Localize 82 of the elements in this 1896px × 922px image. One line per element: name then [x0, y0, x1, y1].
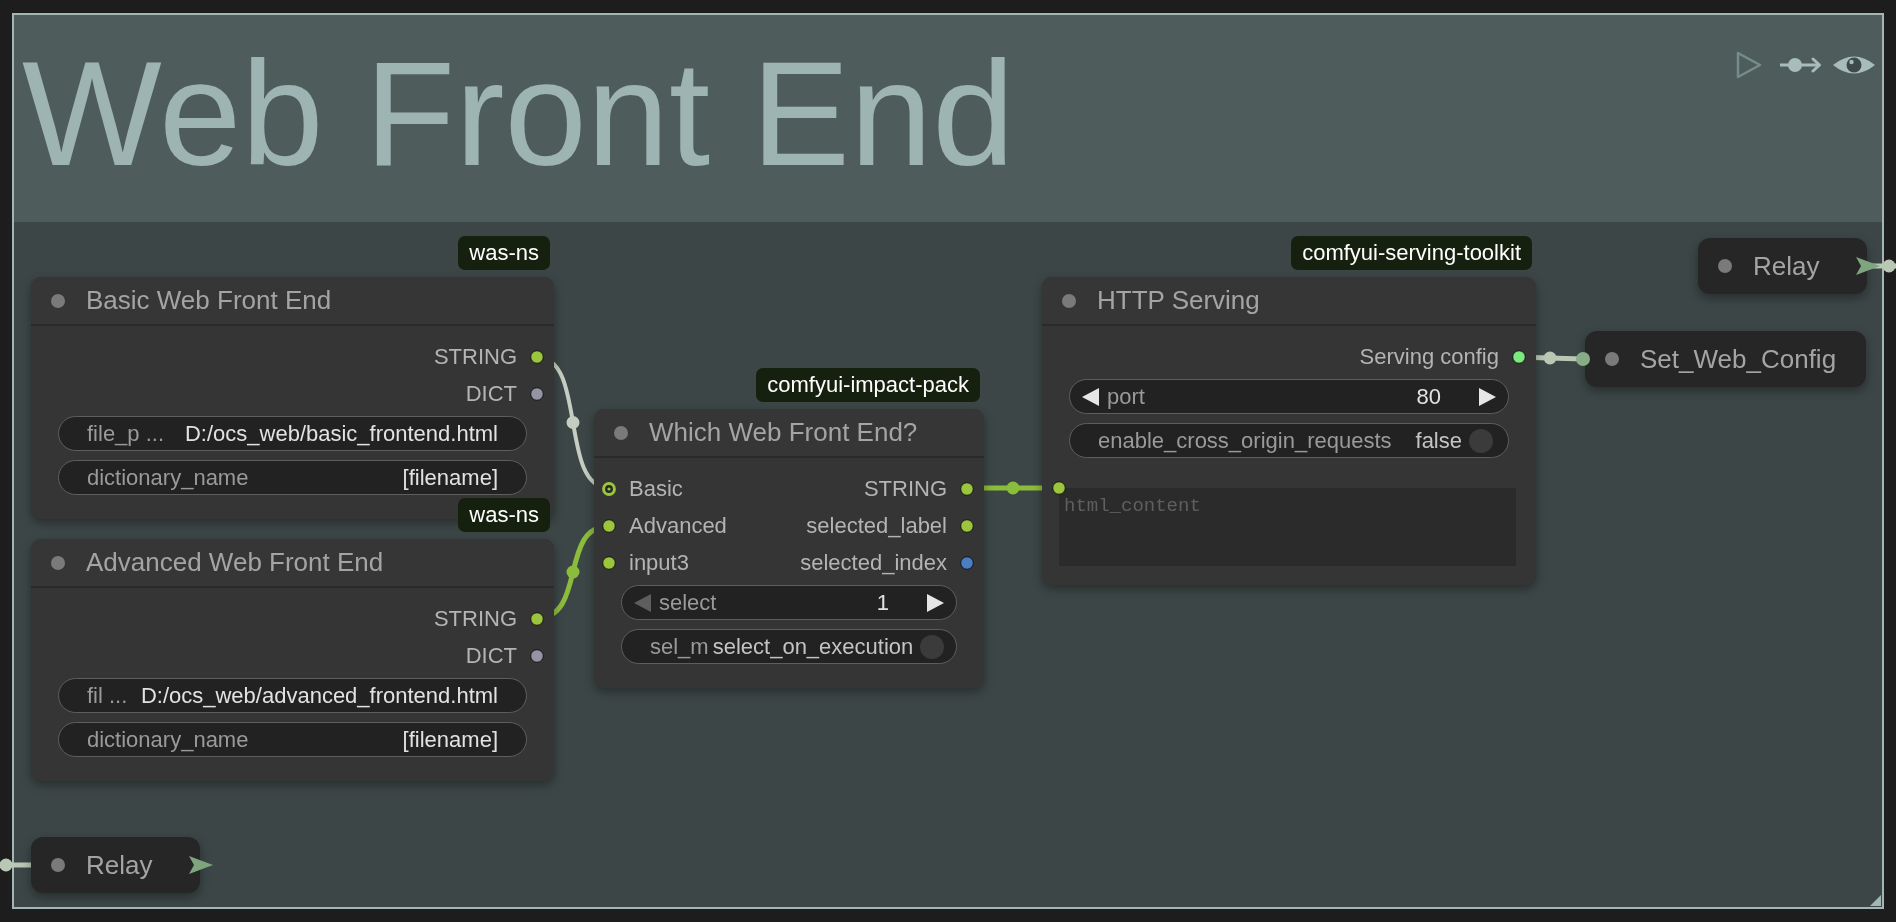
collapse-dot-icon[interactable] — [614, 425, 628, 440]
dot-arrow-icon[interactable] — [1780, 55, 1822, 75]
collapse-dot-icon[interactable] — [51, 293, 65, 308]
slot-dot-icon[interactable] — [530, 611, 544, 626]
field-value: [filename] — [401, 726, 498, 753]
node-title: Which Web Front End? — [649, 417, 918, 448]
slot-dot-icon[interactable] — [530, 386, 544, 401]
field-value: 80 — [1415, 383, 1441, 410]
output-arrow-icon[interactable] — [1856, 257, 1880, 275]
link-midpoint-icon[interactable] — [566, 416, 580, 429]
link-midpoint-icon[interactable] — [566, 565, 580, 579]
slot-dot-icon[interactable] — [1576, 352, 1590, 366]
field-label: select — [659, 589, 717, 616]
node-title: Advanced Web Front End — [86, 547, 384, 578]
toggle-switch[interactable]: enable_cross_origin_requests false — [1069, 423, 1509, 458]
text-field[interactable]: fil ... D:/ocs_web/advanced_frontend.html — [58, 678, 527, 713]
slot-dot-icon[interactable] — [530, 349, 544, 364]
slot-dot-icon[interactable] — [960, 518, 974, 533]
field-label: port — [1107, 383, 1145, 410]
slot-label: DICT — [465, 380, 517, 407]
slot-label: STRING — [433, 605, 517, 632]
collapse-dot-icon[interactable] — [51, 555, 65, 570]
node-title: HTTP Serving — [1097, 285, 1260, 316]
slot-label: Advanced — [629, 512, 727, 539]
node-title: Relay — [86, 849, 153, 881]
slot-dot-icon[interactable] — [960, 555, 974, 570]
field-value: 1 — [875, 589, 889, 616]
slot-label: selected_label — [806, 512, 947, 539]
source-badge: comfyui-serving-toolkit — [1291, 236, 1532, 270]
slot-dot-icon[interactable] — [602, 518, 616, 533]
field-value: D:/ocs_web/advanced_frontend.html — [139, 682, 498, 709]
toggle-knob-icon[interactable] — [919, 633, 946, 660]
field-value: D:/ocs_web/basic_frontend.html — [183, 420, 498, 447]
slot-label: STRING — [863, 475, 947, 502]
source-badge: was-ns — [458, 498, 550, 532]
number-field[interactable]: select 1 — [621, 585, 957, 620]
toggle-value: select_on_execution — [711, 633, 914, 660]
group-title: Web Front End — [22, 40, 1015, 188]
slot-label: Basic — [629, 475, 683, 502]
slot-dot-icon[interactable] — [1512, 349, 1526, 364]
collapse-dot-icon[interactable] — [1062, 293, 1076, 308]
resize-handle-icon[interactable] — [1870, 895, 1881, 906]
link-midpoint-icon[interactable] — [1006, 481, 1020, 495]
output-arrow-icon[interactable] — [189, 856, 213, 874]
slot-label: Serving config — [1359, 343, 1499, 370]
toggle-value: false — [1414, 427, 1462, 454]
number-field[interactable]: port 80 — [1069, 379, 1509, 414]
field-label: enable_cross_origin_requests — [1098, 427, 1392, 454]
right-arrow-icon[interactable] — [1479, 387, 1496, 406]
source-badge: was-ns — [458, 236, 550, 270]
collapse-dot-icon[interactable] — [51, 858, 65, 872]
slot-dot-icon[interactable] — [602, 481, 616, 496]
slot-label: DICT — [465, 642, 517, 669]
left-arrow-icon[interactable] — [1082, 387, 1099, 406]
field-label: file_p ... — [87, 420, 165, 447]
field-label: dictionary_name — [87, 726, 249, 753]
slot-dot-icon[interactable] — [530, 648, 544, 663]
text-field[interactable]: dictionary_name [filename] — [58, 722, 527, 757]
node-title: Set_Web_Config — [1640, 343, 1837, 375]
right-arrow-icon[interactable] — [927, 593, 944, 612]
field-label: sel_m — [650, 633, 709, 660]
slot-label: input3 — [629, 549, 689, 576]
slot-label: selected_index — [800, 549, 947, 576]
field-value: [filename] — [401, 464, 498, 491]
text-field[interactable]: dictionary_name [filename] — [58, 460, 527, 495]
toggle-knob-icon[interactable] — [1468, 427, 1494, 454]
link-midpoint-icon[interactable] — [1882, 259, 1896, 273]
link-midpoint-icon[interactable] — [1543, 351, 1557, 365]
slot-dot-icon[interactable] — [1052, 481, 1066, 495]
collapse-dot-icon[interactable] — [1605, 352, 1619, 366]
node-title: Basic Web Front End — [86, 285, 332, 316]
slot-dot-icon[interactable] — [960, 481, 974, 496]
field-label: fil ... — [87, 682, 128, 709]
link-midpoint-icon[interactable] — [0, 858, 13, 872]
field-label: dictionary_name — [87, 464, 249, 491]
collapse-dot-icon[interactable] — [1718, 259, 1732, 273]
text-field[interactable]: file_p ... D:/ocs_web/basic_frontend.html — [58, 416, 527, 451]
source-badge: comfyui-impact-pack — [756, 368, 980, 402]
slot-dot-icon[interactable] — [602, 555, 616, 570]
node-title: Relay — [1753, 250, 1820, 282]
slot-label: STRING — [433, 343, 517, 370]
toggle-switch[interactable]: sel_m select_on_execution — [621, 629, 957, 664]
